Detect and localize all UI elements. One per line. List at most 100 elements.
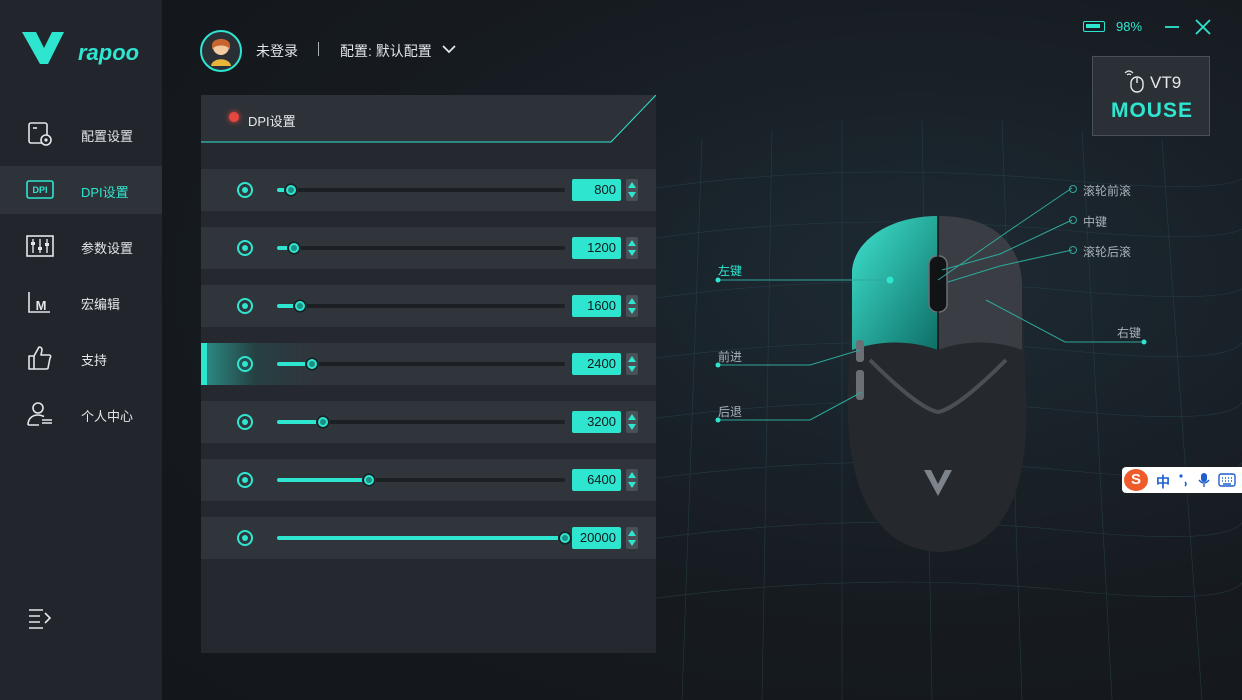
- punctuation-icon[interactable]: [1178, 473, 1190, 487]
- dpi-value-input[interactable]: 1600: [572, 295, 621, 317]
- sidebar-item-label: 参数设置: [81, 241, 134, 256]
- dpi-row[interactable]: 20000: [201, 517, 656, 559]
- dpi-slider[interactable]: [277, 183, 565, 197]
- label-back-button[interactable]: 后退: [718, 403, 742, 420]
- stepper-down-icon[interactable]: [628, 250, 636, 256]
- label-left-button[interactable]: 左键: [718, 262, 742, 279]
- macro-icon: M: [28, 292, 50, 313]
- dpi-row[interactable]: 1200: [201, 227, 656, 269]
- sidebar-item-dpi[interactable]: DPI DPI设置: [0, 166, 162, 214]
- wireless-mouse-icon: [1124, 70, 1144, 93]
- dpi-stepper[interactable]: [626, 353, 638, 375]
- minimize-icon[interactable]: [1163, 18, 1181, 36]
- dpi-row[interactable]: 6400: [201, 459, 656, 501]
- dpi-slider-handle[interactable]: [362, 473, 376, 487]
- dpi-level-radio[interactable]: [237, 240, 253, 256]
- label-right-button[interactable]: 右键: [1117, 324, 1141, 341]
- sidebar-item-support[interactable]: 支持: [0, 334, 162, 382]
- thumbs-up-icon: [28, 346, 52, 370]
- close-icon[interactable]: [1194, 18, 1212, 36]
- stepper-down-icon[interactable]: [628, 482, 636, 488]
- dpi-stepper[interactable]: [626, 469, 638, 491]
- dpi-value-input[interactable]: 3200: [572, 411, 621, 433]
- dpi-value-input[interactable]: 1200: [572, 237, 621, 259]
- dpi-stepper[interactable]: [626, 237, 638, 259]
- stepper-down-icon[interactable]: [628, 424, 636, 430]
- dpi-slider-handle[interactable]: [316, 415, 330, 429]
- dpi-level-radio[interactable]: [237, 472, 253, 488]
- stepper-down-icon[interactable]: [628, 192, 636, 198]
- dpi-value-input[interactable]: 800: [572, 179, 621, 201]
- dpi-slider[interactable]: [277, 531, 572, 545]
- dpi-level-radio[interactable]: [237, 414, 253, 430]
- dpi-slider[interactable]: [277, 299, 565, 313]
- brand-logo-text: rapoo: [78, 40, 140, 65]
- dpi-slider-handle[interactable]: [287, 241, 301, 255]
- dpi-value-input[interactable]: 6400: [572, 469, 621, 491]
- dpi-value-input[interactable]: 2400: [572, 353, 621, 375]
- dpi-slider[interactable]: [277, 241, 565, 255]
- dpi-stepper[interactable]: [626, 295, 638, 317]
- svg-text:DPI: DPI: [32, 185, 47, 195]
- ime-toolbar[interactable]: S 中: [1122, 467, 1242, 493]
- label-middle-button[interactable]: 中键: [1083, 213, 1107, 230]
- dpi-level-radio[interactable]: [237, 530, 253, 546]
- stepper-down-icon[interactable]: [628, 308, 636, 314]
- ime-mode[interactable]: 中: [1156, 472, 1170, 492]
- dpi-row[interactable]: 800: [201, 169, 656, 211]
- dpi-panel: DPI设置 800 1200 1600 2400 3200 6400 20000: [201, 95, 656, 653]
- dpi-slider-handle[interactable]: [284, 183, 298, 197]
- dpi-value-input[interactable]: 20000: [572, 527, 621, 549]
- stepper-up-icon[interactable]: [628, 298, 636, 304]
- dpi-row[interactable]: 3200: [201, 401, 656, 443]
- battery-icon: [1083, 21, 1105, 32]
- dpi-level-radio[interactable]: [237, 298, 253, 314]
- dpi-slider[interactable]: [277, 357, 565, 371]
- label-forward-button[interactable]: 前进: [718, 348, 742, 365]
- profile-selector[interactable]: 配置: 默认配置: [340, 41, 432, 61]
- dpi-stepper[interactable]: [626, 411, 638, 433]
- dpi-slider-handle[interactable]: [558, 531, 572, 545]
- label-scroll-back[interactable]: 滚轮后滚: [1083, 243, 1131, 260]
- dpi-slider[interactable]: [277, 415, 565, 429]
- stepper-up-icon[interactable]: [628, 182, 636, 188]
- stepper-up-icon[interactable]: [628, 414, 636, 420]
- microphone-icon[interactable]: [1198, 472, 1210, 488]
- header-divider: [318, 42, 319, 56]
- dpi-slider-handle[interactable]: [293, 299, 307, 313]
- stepper-up-icon[interactable]: [628, 530, 636, 536]
- login-status[interactable]: 未登录: [256, 41, 298, 61]
- dpi-stepper[interactable]: [626, 527, 638, 549]
- dpi-level-radio[interactable]: [237, 182, 253, 198]
- label-scroll-forward[interactable]: 滚轮前滚: [1083, 182, 1131, 199]
- stepper-up-icon[interactable]: [628, 356, 636, 362]
- stepper-down-icon[interactable]: [628, 540, 636, 546]
- dpi-stepper[interactable]: [626, 179, 638, 201]
- mouse-diagram: [715, 185, 1147, 552]
- sidebar-item-params[interactable]: 参数设置: [0, 222, 162, 270]
- dpi-row[interactable]: 1600: [201, 285, 656, 327]
- sidebar-item-user-center[interactable]: 个人中心: [0, 390, 162, 438]
- svg-text:M: M: [36, 298, 47, 313]
- dpi-slider-handle[interactable]: [305, 357, 319, 371]
- sidebar-item-label: 宏编辑: [81, 297, 121, 312]
- dpi-level-radio[interactable]: [237, 356, 253, 372]
- ime-logo: S: [1124, 469, 1148, 491]
- chevron-down-icon[interactable]: [442, 44, 456, 54]
- user-center-icon: [27, 402, 52, 426]
- stepper-up-icon[interactable]: [628, 472, 636, 478]
- device-card[interactable]: VT9 MOUSE: [1092, 56, 1210, 136]
- dpi-slider-fill: [277, 478, 369, 482]
- dpi-row[interactable]: 2400: [201, 343, 656, 385]
- stepper-down-icon[interactable]: [628, 366, 636, 372]
- sidebar-item-config[interactable]: 配置设置: [0, 110, 162, 158]
- status-indicator: [229, 112, 239, 122]
- sidebar-item-macro[interactable]: M 宏编辑: [0, 278, 162, 326]
- dpi-slider[interactable]: [277, 473, 565, 487]
- config-icon: [28, 122, 52, 146]
- menu-collapse-icon[interactable]: [28, 607, 52, 629]
- avatar[interactable]: [200, 30, 242, 72]
- device-type: MOUSE: [1110, 99, 1193, 122]
- keyboard-icon[interactable]: [1218, 473, 1236, 487]
- stepper-up-icon[interactable]: [628, 240, 636, 246]
